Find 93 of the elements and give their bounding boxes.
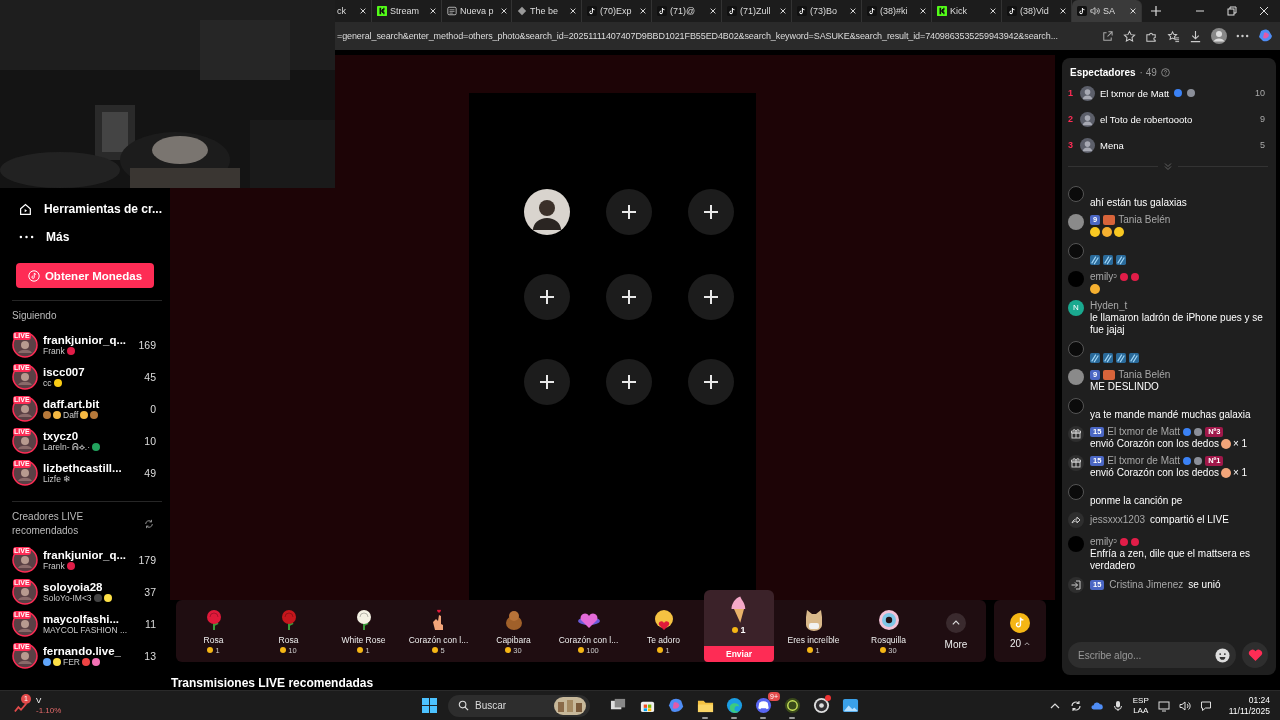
message-text: ahí están tus galaxias — [1090, 197, 1187, 208]
panel-title: Espectadores — [1070, 66, 1136, 78]
nav-item[interactable]: Más — [12, 223, 162, 251]
viewer-count: 169 — [137, 339, 156, 351]
section-title: Creadores LIVE recomendados — [12, 510, 85, 538]
get-coins-button[interactable]: Obtener Monedas — [16, 263, 154, 288]
send-button[interactable]: Enviar — [704, 646, 774, 662]
viewer-item[interactable]: 2 el Toto de robertoooto 9 — [1068, 106, 1268, 132]
stock-change: -1.10% — [36, 705, 62, 716]
event-text: se unió — [1188, 579, 1221, 591]
channel-subtitle: Frank — [43, 346, 65, 356]
coin-balance: 20 — [1009, 638, 1022, 649]
user-name: Tania Belén — [1118, 214, 1171, 226]
message-text: envió Corazón con los dedos — [1090, 467, 1219, 478]
user-name: jessxxx1203 — [1090, 514, 1146, 526]
gift-name: Eres increíble — [787, 634, 840, 645]
channel-subtitle: Daff — [63, 410, 79, 420]
user-name: emilyᵓ — [1090, 536, 1117, 548]
keyboard-layout-label[interactable]: LAA — [1133, 705, 1149, 716]
message-text: le llamaron ladrón de iPhone pues y se fue jajaj — [1090, 312, 1263, 335]
user-name: El txmor de Matt — [1107, 455, 1181, 467]
channel-subtitle: SoloYo-IM<3 — [43, 593, 92, 603]
viewer-score: 9 — [1260, 114, 1266, 124]
viewer-count: 37 — [143, 586, 156, 598]
channel-subtitle: Frank — [43, 561, 65, 571]
user-name: El txmor de Matt — [1107, 426, 1181, 438]
rank-number: 2 — [1068, 114, 1074, 124]
language-label[interactable]: ESP — [1132, 695, 1149, 706]
channel-name: daff.art.bit — [43, 398, 101, 410]
channel-name: frankjunior_q... — [43, 549, 128, 561]
clock-date[interactable]: 11/11/2025 — [1228, 705, 1270, 717]
clock-time[interactable]: 01:24 — [1248, 694, 1270, 706]
viewer-name: el Toto de robertoooto — [1100, 113, 1193, 125]
gift-name: Corazón con l... — [558, 634, 619, 645]
viewer-item[interactable]: 3 Mena 5 — [1068, 132, 1268, 158]
channel-subtitle: Lareln- ᕱ⟡.· — [43, 441, 90, 453]
gift-name: White Rose — [341, 634, 386, 645]
gift-count: × 1 — [1233, 467, 1248, 478]
channel-name: frankjunior_q... — [43, 334, 128, 346]
channel-name: txycz0 — [43, 429, 80, 442]
viewer-score: 10 — [1255, 88, 1266, 98]
user-name: Cristina Jimenez — [1109, 579, 1184, 591]
gift-name: Corazón con l... — [408, 634, 469, 645]
message-field[interactable]: Escribe algo... — [1068, 642, 1236, 668]
channel-subtitle: FER — [63, 657, 80, 667]
url-field[interactable]: =general_search&enter_method=others_photo&search_id=20251111407407D9BBD1021FB55ED4B02&search_keyword=SASUKE&search_result_id=7409863535259943942&search... — [335, 31, 1092, 41]
message-text: ya te mande mandé muchas galaxia — [1090, 409, 1251, 420]
viewer-count: 0 — [149, 403, 156, 415]
avatar: N — [1068, 300, 1084, 316]
gift-name: Capibara — [496, 634, 531, 645]
viewer-count: 11 — [144, 618, 156, 630]
nav-item[interactable]: Herramientas de cr... — [12, 195, 162, 223]
user-name: Tania Belén — [1118, 369, 1171, 381]
viewer-name: El txmor de Matt — [1100, 87, 1170, 99]
channel-name: lizbethcastill... — [43, 462, 123, 474]
gift-name: Rosa — [278, 634, 299, 645]
user-name: emilyᵓ — [1090, 271, 1117, 283]
viewer-count: 13 — [143, 650, 156, 662]
viewer-item[interactable]: 1 El txmor de Matt 10 — [1068, 80, 1268, 106]
event-text: compartió el LIVE — [1150, 514, 1229, 526]
rank-number: 3 — [1068, 140, 1074, 150]
viewer-score: 5 — [1260, 140, 1266, 150]
channel-subtitle: MAYCOL FASHION ... — [43, 625, 128, 635]
channel-name: fernando.live_ — [43, 645, 122, 657]
stock-symbol: V — [36, 695, 43, 706]
viewer-count: · 49 — [1139, 66, 1157, 78]
gift-name: Rosquilla — [871, 634, 906, 645]
channel-subtitle: Lizfe ❄ — [43, 474, 72, 484]
gift-price: 1 — [740, 625, 746, 635]
channel-name: iscc007 — [43, 366, 86, 378]
section-title: Siguiendo — [12, 309, 57, 323]
gift-item[interactable]: 1 Enviar — [704, 590, 774, 662]
viewer-count: 10 — [143, 435, 156, 447]
gift-name: Te adoro — [646, 634, 681, 645]
more-button[interactable]: More — [944, 638, 968, 650]
gift-count: × 1 — [1233, 438, 1248, 449]
user-name: Hyden_t — [1090, 300, 1128, 312]
message-text: envió Corazón con los dedos — [1090, 438, 1219, 449]
rank-number: 1 — [1068, 88, 1074, 98]
channel-name: maycolfashi... — [43, 613, 121, 625]
section-title: Transmisiones LIVE recomendadas — [170, 676, 375, 690]
gift-name: Rosa — [203, 634, 224, 645]
viewer-count: 49 — [143, 467, 156, 479]
browser-tab[interactable]: SA — [1072, 0, 1142, 22]
message-text: ponme la canción pe — [1090, 495, 1183, 506]
channel-name: soloyoia28 — [43, 581, 104, 593]
message-text: Enfría a zen, dile que el mattsera es verdadero — [1090, 548, 1251, 571]
channel-subtitle: cc — [43, 378, 52, 388]
viewer-count: 179 — [137, 554, 156, 566]
message-text: ME DESLINDO — [1090, 381, 1159, 392]
viewer-count: 45 — [143, 371, 156, 383]
balance-button[interactable]: 20 — [994, 600, 1046, 662]
viewer-name: Mena — [1100, 139, 1124, 151]
